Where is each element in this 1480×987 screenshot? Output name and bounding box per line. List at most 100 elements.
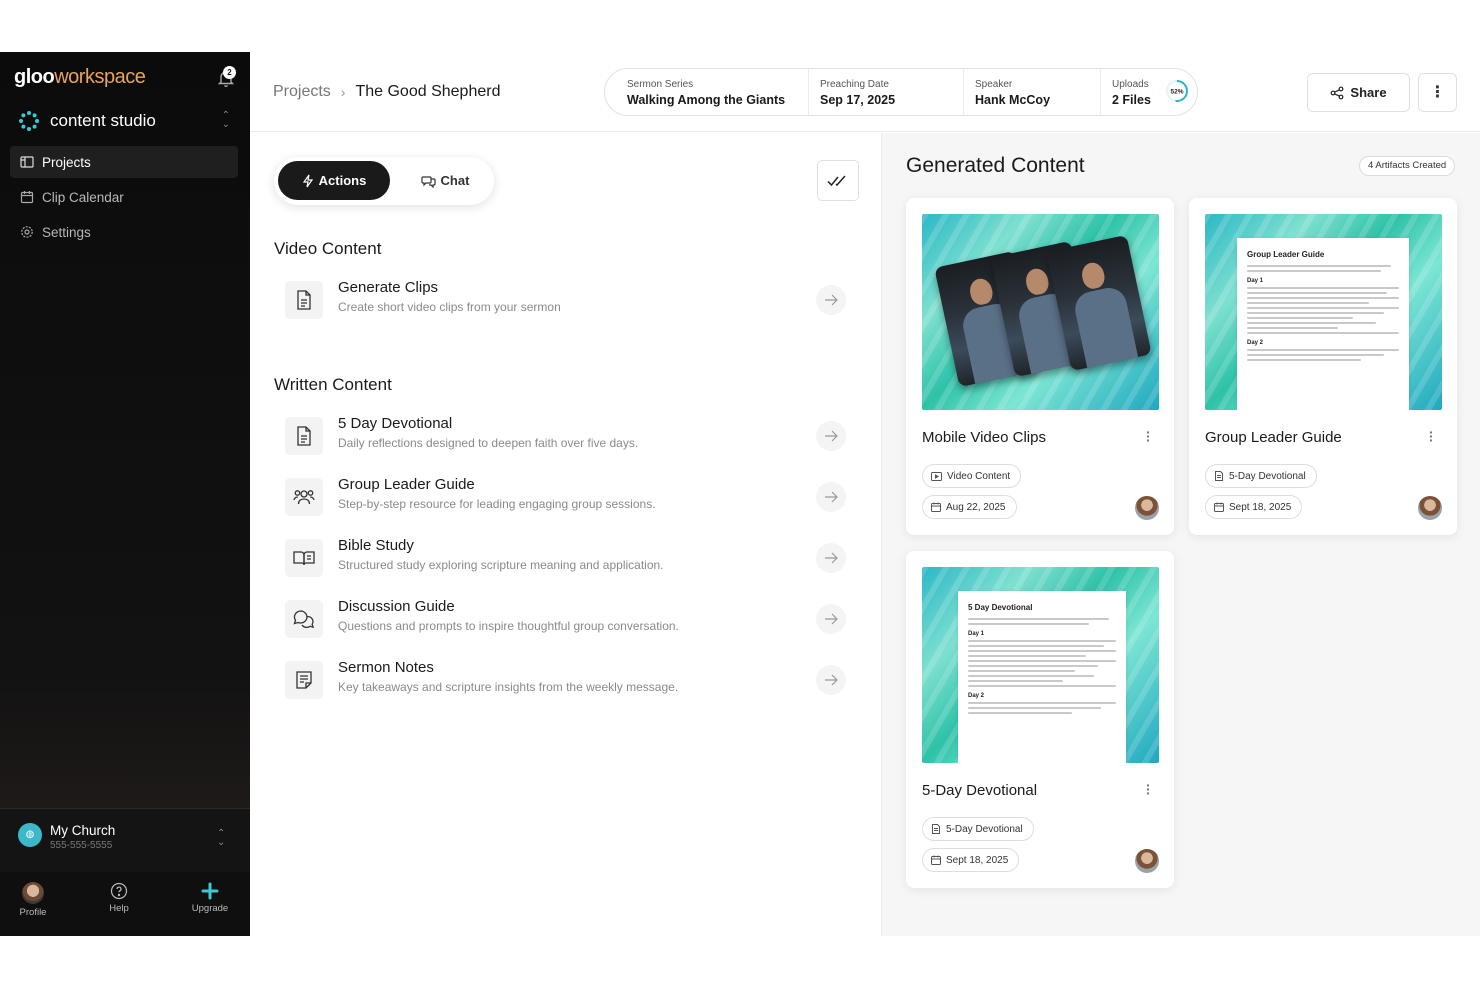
tab-actions-label: Actions — [318, 173, 367, 188]
action-item-bible-study[interactable]: Bible Study Structured study exploring s… — [274, 534, 854, 584]
artifact-date-tag: Sept 18, 2025 — [1205, 495, 1303, 519]
action-item-5-day-devotional[interactable]: 5 Day Devotional Daily reflections desig… — [274, 412, 854, 462]
arrow-right-icon[interactable] — [816, 421, 846, 451]
group-icon — [285, 478, 323, 516]
arrow-right-icon[interactable] — [816, 665, 846, 695]
artifact-card-group-leader-guide[interactable]: Group Leader Guide Day 1 Day 2 Group Lea… — [1189, 198, 1457, 535]
action-title: 5 Day Devotional — [338, 415, 453, 432]
action-item-generate-clips[interactable]: Generate Clips Create short video clips … — [274, 276, 854, 326]
profile-button[interactable]: Profile — [3, 882, 63, 918]
tab-actions[interactable]: Actions — [278, 161, 390, 200]
tab-chat-label: Chat — [440, 173, 470, 188]
artifact-title: 5-Day Devotional — [922, 782, 1038, 799]
chat-bubbles-icon — [285, 600, 323, 638]
breadcrumb-current: The Good Shepherd — [355, 83, 501, 100]
church-switcher[interactable]: ◍ My Church 555-555-5555 ⌃ ⌄ — [0, 808, 250, 872]
sidebar-item-label: Clip Calendar — [42, 189, 124, 205]
action-description: Key takeaways and scripture insights fro… — [338, 680, 679, 694]
lightning-icon — [302, 174, 313, 187]
sidebar-item-projects[interactable]: Projects — [10, 146, 238, 178]
kebab-icon[interactable]: · · · — [1146, 425, 1151, 447]
meta-sermon-series: Sermon Series Walking Among the Giants — [605, 69, 809, 115]
chevron-updown-icon: ⌃ ⌄ — [217, 828, 226, 848]
arrow-right-icon[interactable] — [816, 482, 846, 512]
action-item-group-leader-guide[interactable]: Group Leader Guide Step-by-step resource… — [274, 473, 854, 523]
share-label: Share — [1350, 85, 1387, 100]
tag-label: Sept 18, 2025 — [1229, 501, 1292, 513]
artifact-card-mobile-video-clips[interactable]: Mobile Video Clips · · · Video Content Aug… — [906, 198, 1174, 535]
action-title: Generate Clips — [338, 279, 439, 296]
calendar-icon — [20, 191, 34, 204]
notification-badge: 2 — [223, 66, 236, 79]
devotional-icon — [1215, 471, 1223, 481]
action-item-sermon-notes[interactable]: Sermon Notes Key takeaways and scripture… — [274, 656, 854, 706]
church-avatar: ◍ — [18, 823, 42, 847]
document-preview-heading: Day 1 — [1247, 278, 1264, 284]
action-title: Discussion Guide — [338, 598, 455, 615]
studio-switcher[interactable]: content studio ⌃ ⌄ — [18, 109, 238, 133]
meta-key: Preaching Date — [820, 79, 889, 90]
artifact-date-tag: Aug 22, 2025 — [922, 495, 1017, 519]
double-check-icon — [827, 175, 846, 186]
kebab-icon[interactable]: · · · — [1146, 778, 1151, 800]
sidebar-item-clip-calendar[interactable]: Clip Calendar — [10, 181, 238, 213]
document-preview-heading: Day 2 — [1247, 340, 1264, 346]
meta-uploads[interactable]: Uploads 2 Files 52% — [1101, 69, 1188, 115]
generated-content-heading: Generated Content — [906, 154, 1085, 177]
chat-icon — [420, 175, 436, 188]
breadcrumb-projects[interactable]: Projects — [273, 83, 331, 101]
tab-chat[interactable]: Chat — [402, 161, 488, 200]
document-preview-title: 5 Day Devotional — [968, 603, 1033, 612]
video-clips-thumbnail — [922, 214, 1159, 410]
meta-value: Walking Among the Giants — [627, 93, 786, 107]
chevron-right-icon: › — [340, 84, 346, 100]
sermon-meta-bar: Sermon Series Walking Among the Giants P… — [604, 68, 1198, 116]
action-description: Daily reflections designed to deepen fai… — [338, 436, 639, 450]
kebab-icon[interactable]: · · · — [1429, 425, 1434, 447]
breadcrumb: Projects › The Good Shepherd — [273, 83, 500, 101]
section-heading-video: Video Content — [274, 239, 382, 258]
sidebar-nav: Projects Clip Calendar Settings — [10, 146, 238, 251]
more-options-button[interactable]: ⋮ — [1418, 73, 1457, 112]
artifact-title: Mobile Video Clips — [922, 429, 1046, 446]
meta-speaker: Speaker Hank McCoy — [964, 69, 1101, 115]
document-preview-title: Group Leader Guide — [1247, 250, 1325, 259]
app-logo[interactable]: glooworkspace — [14, 66, 146, 89]
gear-icon — [21, 226, 33, 238]
calendar-icon — [1214, 502, 1224, 512]
artifact-card-5-day-devotional[interactable]: 5 Day Devotional Day 1 Day 2 5-Day Devot… — [906, 551, 1174, 888]
bottom-nav: Profile Help Upgrade — [0, 872, 250, 936]
action-description: Structured study exploring scripture mea… — [338, 558, 664, 572]
artifact-title: Group Leader Guide — [1205, 429, 1342, 446]
upload-progress-label: 52% — [1170, 89, 1183, 96]
document-preview-heading: Day 1 — [968, 631, 985, 637]
document-icon — [285, 281, 323, 319]
profile-label: Profile — [19, 907, 47, 918]
tag-label: Aug 22, 2025 — [946, 501, 1006, 513]
tag-label: Video Content — [947, 470, 1011, 482]
meta-key: Speaker — [975, 79, 1013, 90]
tag-label: 5-Day Devotional — [946, 823, 1023, 835]
artifacts-count-badge: 4 Artifacts Created — [1359, 156, 1456, 176]
arrow-right-icon[interactable] — [816, 285, 846, 315]
church-phone: 555-555-5555 — [50, 840, 113, 851]
tag-label: 5-Day Devotional — [1229, 470, 1306, 482]
meta-preaching-date: Preaching Date Sep 17, 2025 — [809, 69, 964, 115]
studio-dots-icon — [19, 111, 39, 131]
arrow-right-icon[interactable] — [816, 543, 846, 573]
action-description: Create short video clips from your sermo… — [338, 300, 561, 314]
section-heading-written: Written Content — [274, 375, 392, 394]
top-bar: Projects › The Good Shepherd Sermon Seri… — [250, 52, 1480, 132]
sidebar-item-settings[interactable]: Settings — [10, 216, 238, 248]
tag-label: Sept 18, 2025 — [946, 854, 1009, 866]
share-button[interactable]: Share — [1307, 73, 1410, 112]
document-preview-heading: Day 2 — [968, 693, 985, 699]
meta-key: Sermon Series — [627, 79, 694, 90]
author-avatar — [1135, 496, 1159, 520]
action-item-discussion-guide[interactable]: Discussion Guide Questions and prompts t… — [274, 595, 854, 645]
arrow-right-icon[interactable] — [816, 604, 846, 634]
help-button[interactable]: Help — [89, 882, 149, 914]
upgrade-button[interactable]: Upgrade — [180, 882, 240, 914]
group-leader-guide-thumbnail: Group Leader Guide Day 1 Day 2 — [1205, 214, 1442, 410]
mark-all-done-button[interactable] — [817, 160, 859, 201]
